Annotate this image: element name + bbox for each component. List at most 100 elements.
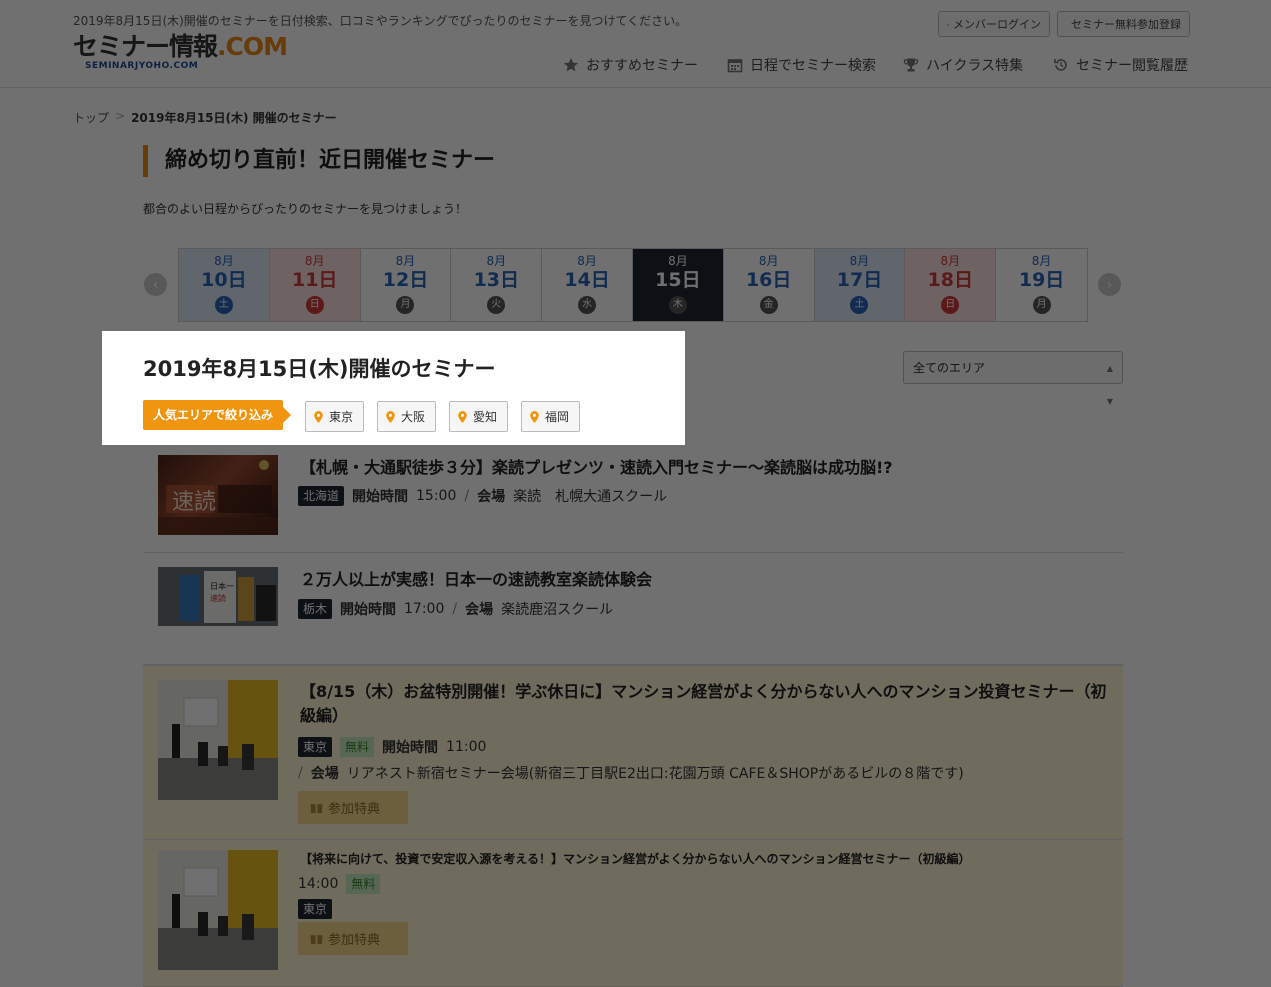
- start-time: 11:00: [446, 739, 487, 755]
- nav-high-class-label: ハイクラス特集: [926, 58, 1024, 74]
- section-title: 2019年8月15日(木)開催のセミナー: [143, 357, 496, 381]
- nav-recommended-label: おすすめセミナー: [586, 58, 698, 74]
- area-select[interactable]: 全てのエリア ▲ ▼: [903, 351, 1123, 406]
- nav-date-search[interactable]: 日程でセミナー検索: [727, 55, 876, 75]
- date-section-header: 2019年8月15日(木)開催のセミナー 人気エリアで絞り込み 東京 大阪 愛知…: [102, 331, 685, 445]
- map-pin-icon: [530, 410, 539, 423]
- calendar-weekday: 火: [487, 296, 506, 314]
- seminar-thumbnail: [158, 850, 278, 970]
- calendar-day[interactable]: 8月 19日月: [996, 249, 1087, 321]
- calendar-day-selected[interactable]: 8月 15日木: [632, 249, 724, 321]
- nav-history[interactable]: セミナー閲覧履歴: [1053, 55, 1188, 75]
- calendar-date: 11日: [291, 269, 338, 291]
- seminar-title-link[interactable]: 【札幌・大通駅徒歩３分】楽読プレゼンツ・速読入門セミナー〜楽読脳は成功脳!?: [300, 456, 893, 480]
- seminar-meta: 東京 無料 開始時間 11:00: [298, 737, 486, 757]
- calendar-day[interactable]: 8月 17日土: [814, 249, 906, 321]
- seminar-title-link[interactable]: 【8/15（木）お盆特別開催！学ぶ休日に】マンション経営がよく分からない人へのマ…: [300, 680, 1110, 728]
- nav-date-search-label: 日程でセミナー検索: [750, 58, 876, 74]
- seminar-meta: 栃木 開始時間 17:00 / 会場 楽読鹿沼スクール: [298, 599, 613, 619]
- chevron-left-icon: ‹: [152, 276, 159, 293]
- prefecture-badge: 東京: [298, 899, 333, 919]
- calendar-day[interactable]: 8月 13日火: [451, 249, 543, 321]
- nav-high-class[interactable]: ハイクラス特集: [903, 55, 1023, 75]
- calendar-weekday: 日: [305, 296, 324, 314]
- seminar-room-photo: [158, 680, 278, 800]
- history-icon: [1054, 59, 1067, 71]
- page-title: 締め切り直前！近日開催セミナー: [143, 145, 495, 177]
- calendar-prev-button[interactable]: ‹: [144, 273, 167, 296]
- person-icon: [947, 23, 949, 25]
- seminar-item-featured[interactable]: 【8/15（木）お盆特別開催！学ぶ休日に】マンション経営がよく分からない人へのマ…: [143, 665, 1123, 840]
- meta-separator: /: [452, 601, 458, 617]
- prefecture-badge: 栃木: [298, 599, 333, 619]
- seminar-item[interactable]: 日本一 速読 ２万人以上が実感！日本一の速読教室楽読体験会 栃木 開始時間 17…: [143, 553, 1123, 665]
- calendar-day[interactable]: 8月 16日金: [723, 249, 815, 321]
- speed-reading-photo: 速読: [158, 460, 278, 535]
- svg-text:日本一: 日本一: [210, 581, 234, 591]
- site-logo[interactable]: セミナー情報.COM SEMINARJYOHO.COM: [73, 31, 288, 71]
- area-button-osaka[interactable]: 大阪: [377, 401, 437, 432]
- participation-perk-button[interactable]: 参加特典: [298, 922, 408, 955]
- venue-label: 会場: [477, 489, 506, 505]
- calendar-day[interactable]: 8月 12日月: [360, 249, 452, 321]
- calendar-month: 8月: [486, 254, 507, 268]
- calendar-day[interactable]: 8月 14日水: [542, 249, 633, 321]
- start-time: 17:00: [404, 601, 445, 617]
- area-button-aichi[interactable]: 愛知: [449, 401, 509, 432]
- breadcrumb-current: 2019年8月15日(木) 開催のセミナー: [131, 111, 337, 125]
- calendar-weekday: 水: [578, 296, 597, 314]
- member-login-label: メンバーログイン: [953, 18, 1041, 31]
- calendar-month: 8月: [395, 254, 416, 268]
- calendar-month: 8月: [940, 254, 961, 268]
- seminar-meta: 14:00 無料: [298, 874, 381, 894]
- seminar-title-link[interactable]: 【将来に向けて、投資で安定収入源を考える！】マンション経営がよく分からない人への…: [300, 847, 970, 871]
- breadcrumb-home-link[interactable]: トップ: [73, 109, 109, 126]
- calendar-next-button[interactable]: ›: [1098, 273, 1121, 296]
- page: 2019年8月15日(木)開催のセミナーを日付検索、口コミやランキングでぴったり…: [0, 0, 1271, 987]
- calendar-month: 8月: [668, 254, 688, 268]
- seminar-location-row: 東京: [298, 899, 333, 919]
- seminar-item[interactable]: 速読 【札幌・大通駅徒歩３分】楽読プレゼンツ・速読入門セミナー〜楽読脳は成功脳!…: [143, 440, 1123, 553]
- popular-area-filter-label: 人気エリアで絞り込み: [143, 400, 292, 430]
- start-time-label: 開始時間: [352, 489, 409, 505]
- prefecture-badge: 北海道: [298, 486, 345, 506]
- map-pin-icon: [314, 410, 323, 423]
- calendar-month: 8月: [1031, 254, 1052, 268]
- breadcrumb-separator: >: [115, 109, 126, 123]
- calendar-date: 19日: [1018, 269, 1065, 291]
- calendar-day[interactable]: 8月 10日土: [179, 249, 270, 321]
- participation-perk-button[interactable]: 参加特典: [298, 791, 408, 824]
- calendar-weekday: 土: [850, 296, 869, 314]
- gift-icon: [310, 935, 323, 945]
- prefecture-badge: 東京: [298, 737, 333, 757]
- seminar-thumbnail: 速読: [158, 455, 278, 535]
- select-caret-icon: ▲ ▼: [1106, 364, 1113, 406]
- map-pin-icon: [386, 410, 395, 423]
- area-label: 愛知: [473, 410, 498, 424]
- calendar-date: 14日: [564, 269, 610, 291]
- seminar-item-featured[interactable]: 【将来に向けて、投資で安定収入源を考える！】マンション経営がよく分からない人への…: [143, 840, 1123, 987]
- calendar-weekday: 土: [214, 296, 233, 314]
- breadcrumb: トップ > 2019年8月15日(木) 開催のセミナー: [73, 109, 337, 126]
- calendar-date: 15日: [655, 269, 701, 291]
- area-button-tokyo[interactable]: 東京: [305, 401, 365, 432]
- free-badge: 無料: [346, 874, 381, 894]
- area-select-value: 全てのエリア: [913, 361, 986, 375]
- seminar-thumbnail: [158, 680, 278, 800]
- free-register-button[interactable]: セミナー無料参加登録: [1057, 11, 1190, 37]
- area-label: 福岡: [545, 410, 570, 424]
- calendar-day[interactable]: 8月 11日日: [269, 249, 361, 321]
- member-login-button[interactable]: メンバーログイン: [938, 11, 1050, 37]
- calendar-day[interactable]: 8月 18日日: [905, 249, 997, 321]
- area-button-fukuoka[interactable]: 福岡: [521, 401, 581, 432]
- seminar-venue-row: / 会場 リアネスト新宿セミナー会場(新宿三丁目駅E2出口:花園万頭 CAFE＆…: [298, 763, 964, 783]
- calendar-date: 13日: [473, 269, 520, 291]
- seminar-thumbnail: 日本一 速読: [158, 567, 278, 626]
- site-header: 2019年8月15日(木)開催のセミナーを日付検索、口コミやランキングでぴったり…: [0, 0, 1271, 88]
- seminar-title-link[interactable]: ２万人以上が実感！日本一の速読教室楽読体験会: [300, 568, 652, 592]
- nav-recommended[interactable]: おすすめセミナー: [563, 55, 698, 75]
- star-icon: [563, 58, 579, 72]
- start-time: 14:00: [298, 876, 339, 892]
- date-calendar: 8月 10日土 8月 11日日 8月 12日月 8月 13日火 8月 14日水 8月 15日木 8月 16…: [178, 248, 1088, 322]
- start-time-label: 開始時間: [340, 602, 397, 618]
